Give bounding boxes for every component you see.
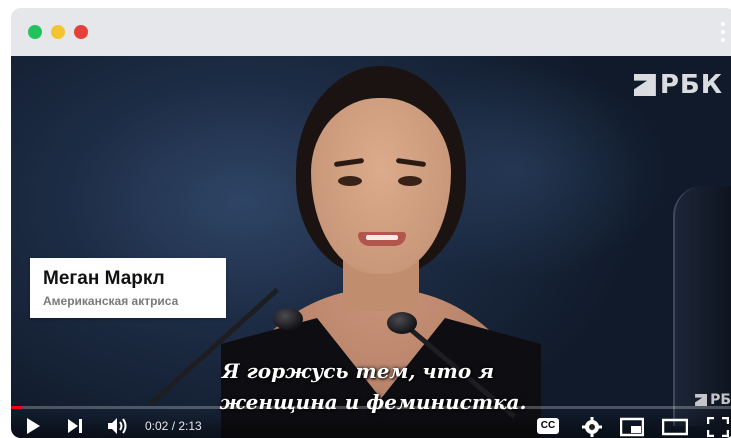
rbc-logo-text: РБК [659, 70, 723, 100]
player-controls: 0:02 / 2:13 CC [11, 412, 731, 438]
video-player[interactable]: РБК РБ Меган Маркл Американская актриса … [11, 56, 731, 438]
subtitle-line-1: Я горжусь тем, что я [221, 359, 495, 383]
play-icon[interactable] [25, 417, 41, 435]
rbc-logo: РБК [633, 70, 723, 100]
window-minimize-button[interactable] [51, 25, 65, 39]
settings-icon[interactable] [582, 417, 602, 437]
window-maximize-button[interactable] [28, 25, 42, 39]
browser-window: РБК РБ Меган Маркл Американская актриса … [11, 8, 731, 438]
microphone-left [273, 308, 303, 330]
next-icon[interactable] [67, 417, 83, 435]
speaker-name: Меган Маркл [43, 268, 165, 289]
microphone-right [387, 312, 417, 334]
time-display: 0:02 / 2:13 [145, 419, 202, 433]
window-close-button[interactable] [74, 25, 88, 39]
progress-bar[interactable] [11, 406, 731, 409]
speaker-eye-left [338, 176, 362, 186]
lower-third-caption: Меган Маркл Американская актриса [30, 258, 226, 318]
captions-icon[interactable]: CC [537, 418, 559, 434]
speaker-eye-right [398, 176, 422, 186]
rbc-logo-mark [633, 74, 656, 96]
fullscreen-icon[interactable] [707, 417, 729, 437]
miniplayer-icon[interactable] [620, 417, 644, 437]
more-vertical-icon[interactable] [721, 22, 725, 42]
volume-icon[interactable] [107, 417, 131, 435]
speaker-role: Американская актриса [43, 294, 179, 308]
title-bar [11, 8, 731, 56]
progress-played [11, 406, 22, 409]
theater-icon[interactable] [662, 417, 688, 437]
speaker-mouth [358, 232, 406, 246]
